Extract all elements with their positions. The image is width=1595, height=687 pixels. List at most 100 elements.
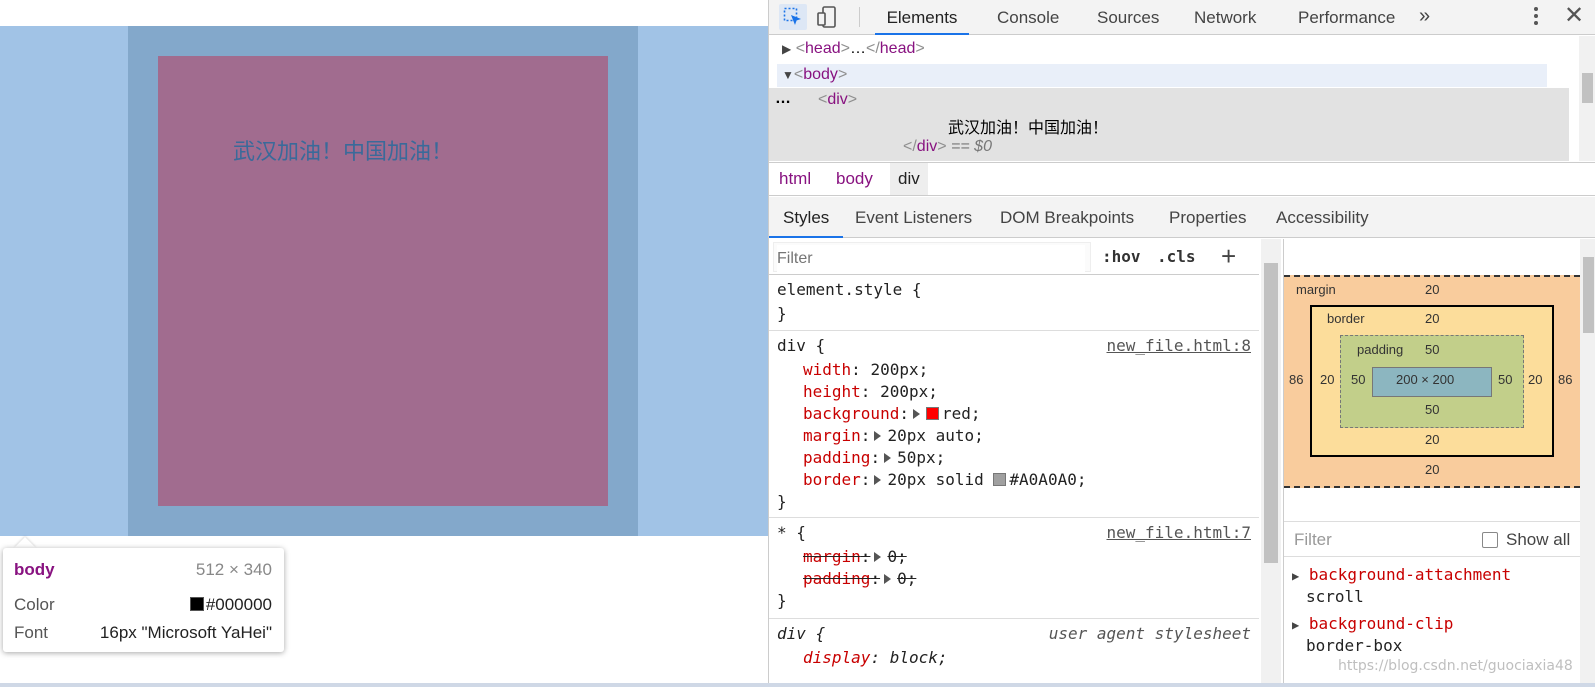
new-rule-plus-icon[interactable]: + — [1221, 241, 1236, 272]
cls-button[interactable]: .cls — [1157, 247, 1196, 266]
inspect-element-icon[interactable] — [779, 4, 807, 30]
prop-padding-overridden[interactable]: padding: 0; — [803, 569, 916, 588]
kebab-menu-icon[interactable] — [1531, 5, 1541, 29]
tooltip-tag: body — [14, 560, 55, 579]
rule-source-link[interactable]: new_file.html:8 — [1107, 336, 1252, 355]
tab-styles[interactable]: Styles — [769, 197, 844, 238]
tab-event-listeners[interactable]: Event Listeners — [855, 197, 972, 238]
border-top-value[interactable]: 20 — [1425, 311, 1439, 326]
padding-right-value[interactable]: 50 — [1498, 372, 1512, 387]
rule-selector: div { — [777, 624, 826, 643]
computed-scrollbar[interactable] — [1580, 239, 1595, 687]
dom-row-dots[interactable]: … — [775, 90, 791, 108]
tooltip-font-value: 16px "Microsoft YaHei" — [99, 623, 272, 642]
tab-sources[interactable]: Sources — [1097, 0, 1159, 35]
expand-triangle-icon — [912, 409, 920, 419]
rule-close-brace: } — [777, 304, 787, 323]
toolbar-separator — [859, 7, 860, 27]
tooltip-color-text: #000000 — [205, 595, 272, 614]
show-all-checkbox[interactable] — [1482, 532, 1498, 548]
margin-bottom-value[interactable]: 20 — [1425, 462, 1439, 477]
computed-prop-background-attachment[interactable]: ▶ background-attachment — [1292, 565, 1511, 584]
close-icon[interactable]: ✕ — [1564, 1, 1584, 30]
hov-button[interactable]: :hov — [1102, 247, 1141, 266]
rule-source-link[interactable]: new_file.html:7 — [1107, 523, 1252, 542]
crumb-html[interactable]: html — [771, 163, 819, 195]
div-rule: div { new_file.html:8 width: 200px; heig… — [769, 332, 1259, 518]
computed-value: scroll — [1306, 587, 1364, 606]
expand-triangle-icon — [874, 431, 882, 441]
elements-subtabs: Styles Event Listeners DOM Breakpoints P… — [769, 197, 1595, 238]
border-bottom-value[interactable]: 20 — [1425, 432, 1439, 447]
margin-right-value[interactable]: 86 — [1558, 372, 1572, 387]
computed-prop-background-clip[interactable]: ▶ background-clip — [1292, 614, 1453, 633]
expand-triangle-icon — [874, 475, 882, 485]
gray-swatch-icon[interactable] — [993, 473, 1007, 486]
prop-border[interactable]: border: 20px solid #A0A0A0; — [803, 470, 1086, 489]
tooltip-font-label: Font — [14, 623, 49, 642]
show-all-label[interactable]: Show all — [1506, 530, 1570, 550]
dom-div-open[interactable]: <div> — [818, 91, 857, 109]
border-right-value[interactable]: 20 — [1528, 372, 1542, 387]
styles-pane: :hov .cls + element.style { } div { new_… — [769, 239, 1259, 687]
rule-selector[interactable]: * { — [777, 523, 806, 542]
dom-div-close[interactable]: </div> == $0 — [903, 138, 992, 156]
device-toolbar-icon[interactable] — [813, 4, 841, 30]
tooltip-color-label: Color — [14, 595, 55, 614]
prop-height[interactable]: height: 200px; — [803, 382, 938, 401]
prop-margin[interactable]: margin: 20px auto; — [803, 426, 984, 445]
tab-performance[interactable]: Performance — [1298, 0, 1395, 35]
dom-body-row-highlight — [777, 64, 1547, 87]
styles-filter-input[interactable] — [777, 245, 1085, 273]
taskbar-strip — [0, 683, 1595, 687]
dom-selected-div-block[interactable] — [769, 88, 1569, 161]
tooltip-color-value: #000000 — [189, 595, 272, 615]
rule-selector[interactable]: div { — [777, 336, 825, 355]
computed-filter-input[interactable]: Filter — [1294, 530, 1332, 550]
devtools-tabbar: Elements Console Sources Network Perform… — [769, 0, 1595, 35]
tab-dom-breakpoints[interactable]: DOM Breakpoints — [1000, 197, 1134, 238]
tab-properties[interactable]: Properties — [1169, 197, 1246, 238]
dom-tree: ▶ <head>…</head> ▼<body> … <div> 武汉加油！中国… — [769, 36, 1569, 161]
styles-filter-row: :hov .cls + — [769, 239, 1259, 275]
collapse-triangle-icon[interactable]: ▼ — [782, 68, 794, 82]
more-tabs-chevron-icon[interactable]: » — [1419, 0, 1430, 35]
margin-left-value[interactable]: 86 — [1289, 372, 1303, 387]
prop-width[interactable]: width: 200px; — [803, 360, 928, 379]
rule-source-label: user agent stylesheet — [1048, 624, 1251, 643]
page-viewport: 武汉加油！中国加油！ body 512 × 340 Color #000000 … — [0, 0, 768, 687]
devtools-panel: Elements Console Sources Network Perform… — [768, 0, 1595, 687]
padding-top-value[interactable]: 50 — [1425, 342, 1439, 357]
crumb-body[interactable]: body — [828, 163, 881, 195]
dom-head-row[interactable]: ▶ <head>…</head> — [782, 40, 925, 58]
dom-eq0-marker: == $0 — [951, 138, 992, 155]
prop-padding[interactable]: padding: 50px; — [803, 448, 945, 467]
tooltip-size: 512 × 340 — [195, 560, 272, 579]
red-swatch-icon[interactable] — [925, 407, 939, 420]
border-label: border — [1327, 311, 1365, 326]
tab-accessibility[interactable]: Accessibility — [1276, 197, 1369, 238]
rule-close-brace: } — [777, 591, 787, 610]
expand-triangle-icon[interactable]: ▶ — [782, 42, 791, 56]
tab-network[interactable]: Network — [1194, 0, 1256, 35]
dom-body-row[interactable]: ▼<body> — [782, 66, 847, 84]
padding-left-value[interactable]: 50 — [1351, 372, 1365, 387]
universal-rule: * { new_file.html:7 margin: 0; padding: 0;… — [769, 519, 1259, 619]
crumb-div[interactable]: div — [890, 163, 928, 195]
watermark: https://blog.csdn.net/guociaxia48 — [1338, 658, 1573, 674]
dom-scrollbar[interactable] — [1579, 36, 1595, 161]
tab-elements[interactable]: Elements — [875, 0, 969, 35]
border-left-value[interactable]: 20 — [1320, 372, 1334, 387]
prop-margin-overridden[interactable]: margin: 0; — [803, 547, 907, 566]
element-style-selector[interactable]: element.style { — [777, 280, 922, 299]
content-size-value[interactable]: 200 × 200 — [1396, 372, 1454, 387]
inspect-tooltip: body 512 × 340 Color #000000 Font 16px "… — [3, 548, 284, 652]
margin-top-value[interactable]: 20 — [1425, 282, 1439, 297]
tab-console[interactable]: Console — [997, 0, 1059, 35]
div-content-highlight[interactable] — [158, 56, 608, 506]
styles-scrollbar[interactable] — [1261, 239, 1281, 687]
padding-bottom-value[interactable]: 50 — [1425, 402, 1439, 417]
element-style-rule: element.style { } — [769, 276, 1259, 331]
breadcrumb: html body div — [769, 162, 1595, 196]
prop-background[interactable]: background: red; — [803, 404, 981, 423]
